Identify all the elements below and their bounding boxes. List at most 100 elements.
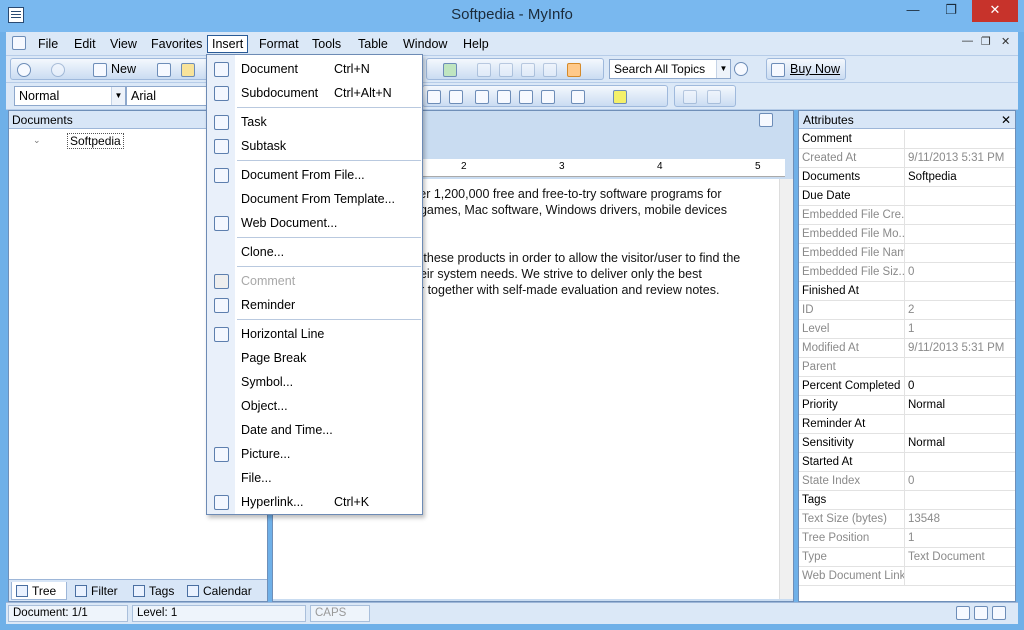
attribute-row[interactable]: Documents Softpedia bbox=[799, 168, 1015, 187]
bullet-list-icon[interactable] bbox=[497, 90, 511, 104]
search-topics-input[interactable]: Search All Topics ▼ bbox=[609, 59, 731, 79]
menu-item-object[interactable]: Object... bbox=[207, 394, 422, 418]
attribute-value[interactable] bbox=[908, 415, 1014, 433]
menu-item-document-from-file[interactable]: Document From File... bbox=[207, 163, 422, 187]
attribute-value[interactable] bbox=[908, 491, 1014, 509]
tab-filter[interactable]: Filter bbox=[71, 582, 129, 600]
highlight-icon[interactable] bbox=[613, 90, 627, 104]
tree-item-softpedia[interactable]: Softpedia bbox=[67, 133, 124, 149]
numbered-list-icon[interactable] bbox=[475, 90, 489, 104]
attribute-value[interactable] bbox=[908, 187, 1014, 205]
cart-icon[interactable] bbox=[771, 63, 785, 77]
mdi-restore-icon[interactable]: ❐ bbox=[981, 35, 991, 48]
attribute-row[interactable]: Web Document Link bbox=[799, 567, 1015, 586]
menu-item-symbol[interactable]: Symbol... bbox=[207, 370, 422, 394]
attribute-value[interactable] bbox=[908, 453, 1014, 471]
attribute-row[interactable]: Comment bbox=[799, 130, 1015, 149]
attribute-value[interactable]: 9/11/2013 5:31 PM bbox=[908, 149, 1014, 167]
arrow-up-icon[interactable] bbox=[477, 63, 491, 77]
decrease-indent-icon[interactable] bbox=[519, 90, 533, 104]
camera-icon[interactable] bbox=[683, 90, 697, 104]
attribute-value[interactable]: 9/11/2013 5:31 PM bbox=[908, 339, 1014, 357]
new-document-icon[interactable] bbox=[93, 63, 107, 77]
menu-edit[interactable]: Edit bbox=[70, 35, 100, 53]
attribute-value[interactable]: 13548 bbox=[908, 510, 1014, 528]
attribute-row[interactable]: Parent bbox=[799, 358, 1015, 377]
mdi-minimize-icon[interactable]: — bbox=[962, 35, 973, 47]
menu-item-document-from-template[interactable]: Document From Template... bbox=[207, 187, 422, 211]
menu-item-clone[interactable]: Clone... bbox=[207, 240, 422, 264]
menu-item-reminder[interactable]: Reminder bbox=[207, 293, 422, 317]
forward-icon[interactable] bbox=[51, 63, 65, 77]
attribute-value[interactable] bbox=[908, 244, 1014, 262]
menu-format[interactable]: Format bbox=[255, 35, 303, 53]
globe-icon[interactable] bbox=[443, 63, 457, 77]
attribute-row[interactable]: Level 1 bbox=[799, 320, 1015, 339]
menu-insert[interactable]: Insert bbox=[207, 35, 249, 53]
menu-view[interactable]: View bbox=[106, 35, 141, 53]
page-view-icon[interactable] bbox=[974, 606, 988, 620]
attribute-row[interactable]: State Index 0 bbox=[799, 472, 1015, 491]
arrow-left-icon[interactable] bbox=[521, 63, 535, 77]
attribute-value[interactable]: 0 bbox=[908, 377, 1014, 395]
attribute-value[interactable]: 0 bbox=[908, 472, 1014, 490]
menu-item-file[interactable]: File... bbox=[207, 466, 422, 490]
open-folder-icon[interactable] bbox=[181, 63, 195, 77]
attribute-value[interactable]: 1 bbox=[908, 529, 1014, 547]
attribute-value[interactable] bbox=[908, 358, 1014, 376]
attribute-row[interactable]: Embedded File Mo... bbox=[799, 225, 1015, 244]
menu-table[interactable]: Table bbox=[354, 35, 392, 53]
font-select[interactable]: Arial bbox=[126, 86, 210, 106]
menu-help[interactable]: Help bbox=[459, 35, 493, 53]
menu-item-subdocument[interactable]: Subdocument Ctrl+Alt+N bbox=[207, 81, 422, 105]
attribute-value[interactable]: 1 bbox=[908, 320, 1014, 338]
font-color-icon[interactable] bbox=[571, 90, 585, 104]
outline-view-icon[interactable] bbox=[992, 606, 1006, 620]
tab-tree[interactable]: Tree bbox=[11, 582, 67, 600]
attribute-row[interactable]: ID 2 bbox=[799, 301, 1015, 320]
attribute-value[interactable]: 0 bbox=[908, 263, 1014, 281]
attribute-row[interactable]: Started At bbox=[799, 453, 1015, 472]
attribute-row[interactable]: Reminder At bbox=[799, 415, 1015, 434]
vertical-scrollbar[interactable] bbox=[779, 179, 793, 599]
justify-icon[interactable] bbox=[427, 90, 441, 104]
close-button[interactable]: ✕ bbox=[972, 0, 1018, 22]
tab-tags[interactable]: Tags bbox=[129, 582, 185, 600]
attribute-value[interactable]: Softpedia bbox=[908, 168, 1014, 186]
attribute-value[interactable] bbox=[908, 282, 1014, 300]
menu-tools[interactable]: Tools bbox=[308, 35, 345, 53]
attribute-value[interactable]: Text Document bbox=[908, 548, 1014, 566]
menu-item-picture[interactable]: Picture... bbox=[207, 442, 422, 466]
menu-item-web-document[interactable]: Web Document... bbox=[207, 211, 422, 235]
attribute-value[interactable]: Normal bbox=[908, 434, 1014, 452]
attribute-value[interactable] bbox=[908, 206, 1014, 224]
document-menu-icon[interactable] bbox=[12, 36, 26, 50]
increase-indent-icon[interactable] bbox=[541, 90, 555, 104]
search-icon[interactable] bbox=[734, 62, 748, 76]
align-justify-icon[interactable] bbox=[449, 90, 463, 104]
attribute-row[interactable]: Text Size (bytes) 13548 bbox=[799, 510, 1015, 529]
pin-icon[interactable] bbox=[759, 113, 773, 127]
attribute-row[interactable]: Created At 9/11/2013 5:31 PM bbox=[799, 149, 1015, 168]
back-icon[interactable] bbox=[17, 63, 31, 77]
menu-window[interactable]: Window bbox=[399, 35, 451, 53]
attribute-value[interactable] bbox=[908, 567, 1014, 585]
minimize-button[interactable]: — bbox=[898, 0, 928, 22]
attribute-row[interactable]: Due Date bbox=[799, 187, 1015, 206]
attribute-row[interactable]: Tree Position 1 bbox=[799, 529, 1015, 548]
menu-item-date-and-time[interactable]: Date and Time... bbox=[207, 418, 422, 442]
style-select[interactable]: Normal ▼ bbox=[14, 86, 126, 106]
attribute-row[interactable]: Sensitivity Normal bbox=[799, 434, 1015, 453]
import-icon[interactable] bbox=[157, 63, 171, 77]
attachment-icon[interactable] bbox=[707, 90, 721, 104]
chevron-down-icon[interactable]: ▼ bbox=[716, 60, 730, 78]
attribute-value[interactable] bbox=[908, 225, 1014, 243]
attribute-value[interactable]: Normal bbox=[908, 396, 1014, 414]
menu-item-hyperlink[interactable]: Hyperlink... Ctrl+K bbox=[207, 490, 422, 514]
attribute-row[interactable]: Embedded File Siz... 0 bbox=[799, 263, 1015, 282]
mdi-close-icon[interactable]: ✕ bbox=[1001, 35, 1010, 48]
tab-calendar[interactable]: Calendar bbox=[183, 582, 263, 600]
attribute-row[interactable]: Embedded File Cre... bbox=[799, 206, 1015, 225]
menu-item-page-break[interactable]: Page Break bbox=[207, 346, 422, 370]
menu-item-subtask[interactable]: Subtask bbox=[207, 134, 422, 158]
